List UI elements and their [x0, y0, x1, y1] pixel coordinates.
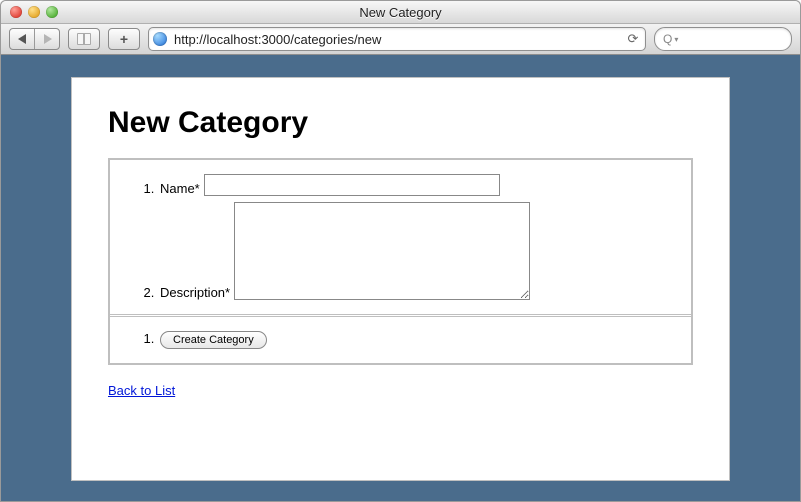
- back-to-list-link[interactable]: Back to List: [108, 383, 175, 398]
- close-window-button[interactable]: [10, 6, 22, 18]
- triangle-right-icon: [43, 34, 52, 44]
- browser-window: New Category + ⟳ Q ▾: [0, 0, 801, 502]
- form-panel: Name* Description*: [108, 158, 693, 365]
- form-actions-section: Create Category: [110, 314, 691, 363]
- window-title: New Category: [1, 5, 800, 20]
- browser-toolbar: + ⟳ Q ▾: [1, 24, 800, 55]
- field-name-row: Name*: [158, 174, 677, 196]
- url-input[interactable]: [172, 31, 625, 48]
- triangle-left-icon: [18, 34, 27, 44]
- chevron-down-icon: ▾: [674, 35, 678, 44]
- field-description-row: Description*: [158, 202, 677, 300]
- description-label: Description*: [160, 285, 230, 300]
- forward-button[interactable]: [34, 29, 59, 49]
- bookmarks-button[interactable]: [68, 28, 100, 50]
- add-bookmark-button[interactable]: +: [108, 28, 140, 50]
- description-input[interactable]: [234, 202, 530, 300]
- reload-button[interactable]: ⟳: [625, 31, 641, 47]
- minimize-window-button[interactable]: [28, 6, 40, 18]
- book-icon: [77, 33, 91, 45]
- search-input[interactable]: [682, 31, 801, 47]
- titlebar: New Category: [1, 1, 800, 24]
- globe-icon: [153, 32, 167, 46]
- page-content: New Category Name* Description*: [71, 77, 730, 481]
- nav-buttons: [9, 28, 60, 50]
- search-icon: Q: [663, 32, 672, 46]
- url-bar[interactable]: ⟳: [148, 27, 646, 51]
- reload-icon: ⟳: [628, 31, 639, 46]
- back-button[interactable]: [10, 29, 34, 49]
- submit-row: Create Category: [158, 331, 677, 349]
- zoom-window-button[interactable]: [46, 6, 58, 18]
- window-controls: [1, 6, 58, 18]
- viewport: New Category Name* Description*: [1, 55, 800, 502]
- page-heading: New Category: [108, 106, 693, 140]
- name-label: Name*: [160, 181, 200, 196]
- create-category-button[interactable]: Create Category: [160, 331, 267, 349]
- search-bar[interactable]: Q ▾: [654, 27, 792, 51]
- form-fields-section: Name* Description*: [110, 160, 691, 314]
- plus-icon: +: [120, 31, 128, 47]
- name-input[interactable]: [204, 174, 500, 196]
